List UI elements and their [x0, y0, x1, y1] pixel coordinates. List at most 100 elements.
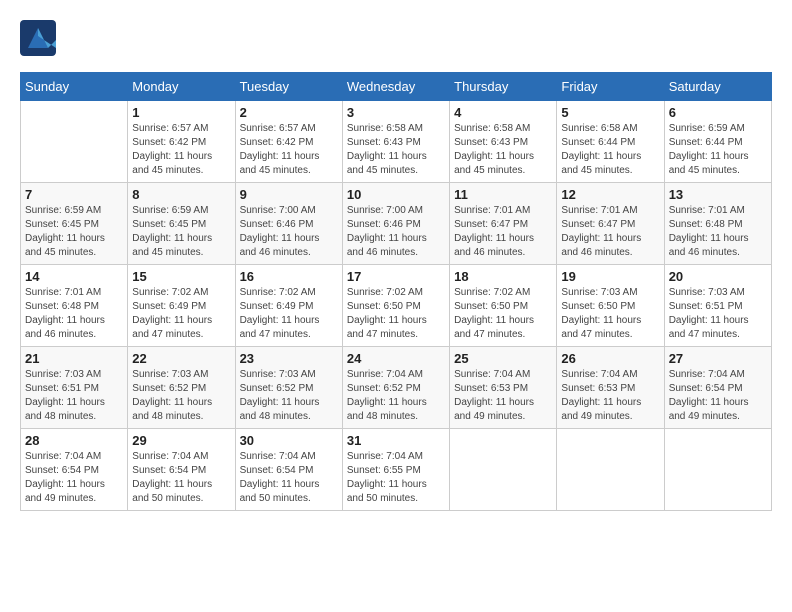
day-detail: Sunrise: 7:01 AMSunset: 6:47 PMDaylight:…	[561, 204, 659, 260]
day-number: 23	[240, 351, 338, 366]
day-number: 15	[132, 269, 230, 284]
day-number: 1	[132, 105, 230, 120]
day-number: 13	[669, 187, 767, 202]
day-detail: Sunrise: 7:01 AMSunset: 6:47 PMDaylight:…	[454, 204, 552, 260]
day-number: 31	[347, 433, 445, 448]
calendar-cell: 31 Sunrise: 7:04 AMSunset: 6:55 PMDayligh…	[342, 429, 449, 511]
day-detail: Sunrise: 7:02 AMSunset: 6:50 PMDaylight:…	[454, 286, 552, 342]
day-number: 21	[25, 351, 123, 366]
day-detail: Sunrise: 7:04 AMSunset: 6:55 PMDaylight:…	[347, 450, 445, 506]
page-header	[20, 20, 772, 56]
day-detail: Sunrise: 7:00 AMSunset: 6:46 PMDaylight:…	[240, 204, 338, 260]
calendar-cell: 17Sunrise: 7:02 AMSunset: 6:50 PMDayligh…	[342, 265, 449, 347]
day-number: 2	[240, 105, 338, 120]
calendar-cell: 3 Sunrise: 6:58 AMSunset: 6:43 PMDaylight…	[342, 101, 449, 183]
calendar-cell: 11Sunrise: 7:01 AMSunset: 6:47 PMDayligh…	[450, 183, 557, 265]
calendar-cell: 2 Sunrise: 6:57 AMSunset: 6:42 PMDaylight…	[235, 101, 342, 183]
day-detail: Sunrise: 7:02 AMSunset: 6:49 PMDaylight:…	[132, 286, 230, 342]
calendar-cell: 25Sunrise: 7:04 AMSunset: 6:53 PMDayligh…	[450, 347, 557, 429]
day-number: 6	[669, 105, 767, 120]
day-detail: Sunrise: 7:02 AMSunset: 6:49 PMDaylight:…	[240, 286, 338, 342]
header-row: SundayMondayTuesdayWednesdayThursdayFrid…	[21, 73, 772, 101]
day-detail: Sunrise: 6:58 AMSunset: 6:43 PMDaylight:…	[347, 122, 445, 178]
calendar-cell: 28Sunrise: 7:04 AMSunset: 6:54 PMDayligh…	[21, 429, 128, 511]
day-detail: Sunrise: 7:04 AMSunset: 6:54 PMDaylight:…	[240, 450, 338, 506]
day-detail: Sunrise: 6:59 AMSunset: 6:44 PMDaylight:…	[669, 122, 767, 178]
calendar-week-0: 1 Sunrise: 6:57 AMSunset: 6:42 PMDaylight…	[21, 101, 772, 183]
calendar-cell: 12 Sunrise: 7:01 AMSunset: 6:47 PMDayligh…	[557, 183, 664, 265]
day-number: 16	[240, 269, 338, 284]
day-number: 3	[347, 105, 445, 120]
day-number: 24	[347, 351, 445, 366]
calendar-cell	[21, 101, 128, 183]
day-number: 19	[561, 269, 659, 284]
calendar-cell: 6 Sunrise: 6:59 AMSunset: 6:44 PMDaylight…	[664, 101, 771, 183]
calendar-week-1: 7 Sunrise: 6:59 AMSunset: 6:45 PMDaylight…	[21, 183, 772, 265]
calendar-week-3: 21 Sunrise: 7:03 AMSunset: 6:51 PMDayligh…	[21, 347, 772, 429]
header-thursday: Thursday	[450, 73, 557, 101]
day-detail: Sunrise: 6:58 AMSunset: 6:44 PMDaylight:…	[561, 122, 659, 178]
calendar-week-2: 14 Sunrise: 7:01 AMSunset: 6:48 PMDayligh…	[21, 265, 772, 347]
calendar-cell: 15 Sunrise: 7:02 AMSunset: 6:49 PMDayligh…	[128, 265, 235, 347]
header-sunday: Sunday	[21, 73, 128, 101]
day-detail: Sunrise: 6:57 AMSunset: 6:42 PMDaylight:…	[132, 122, 230, 178]
header-friday: Friday	[557, 73, 664, 101]
day-number: 30	[240, 433, 338, 448]
day-detail: Sunrise: 6:58 AMSunset: 6:43 PMDaylight:…	[454, 122, 552, 178]
day-detail: Sunrise: 7:04 AMSunset: 6:54 PMDaylight:…	[132, 450, 230, 506]
calendar-week-4: 28Sunrise: 7:04 AMSunset: 6:54 PMDayligh…	[21, 429, 772, 511]
day-detail: Sunrise: 7:00 AMSunset: 6:46 PMDaylight:…	[347, 204, 445, 260]
header-wednesday: Wednesday	[342, 73, 449, 101]
day-number: 18	[454, 269, 552, 284]
calendar-cell: 30 Sunrise: 7:04 AMSunset: 6:54 PMDayligh…	[235, 429, 342, 511]
calendar-cell: 1 Sunrise: 6:57 AMSunset: 6:42 PMDaylight…	[128, 101, 235, 183]
day-detail: Sunrise: 7:03 AMSunset: 6:52 PMDaylight:…	[240, 368, 338, 424]
calendar-cell: 13 Sunrise: 7:01 AMSunset: 6:48 PMDayligh…	[664, 183, 771, 265]
calendar-cell: 10 Sunrise: 7:00 AMSunset: 6:46 PMDayligh…	[342, 183, 449, 265]
day-detail: Sunrise: 7:03 AMSunset: 6:51 PMDaylight:…	[25, 368, 123, 424]
day-number: 4	[454, 105, 552, 120]
calendar-cell: 22 Sunrise: 7:03 AMSunset: 6:52 PMDayligh…	[128, 347, 235, 429]
day-detail: Sunrise: 7:04 AMSunset: 6:54 PMDaylight:…	[669, 368, 767, 424]
day-number: 29	[132, 433, 230, 448]
calendar-cell: 26Sunrise: 7:04 AMSunset: 6:53 PMDayligh…	[557, 347, 664, 429]
day-number: 20	[669, 269, 767, 284]
day-detail: Sunrise: 7:03 AMSunset: 6:51 PMDaylight:…	[669, 286, 767, 342]
day-number: 17	[347, 269, 445, 284]
calendar-cell: 7Sunrise: 6:59 AMSunset: 6:45 PMDaylight…	[21, 183, 128, 265]
day-detail: Sunrise: 7:01 AMSunset: 6:48 PMDaylight:…	[25, 286, 123, 342]
calendar-cell	[664, 429, 771, 511]
calendar-cell: 5 Sunrise: 6:58 AMSunset: 6:44 PMDaylight…	[557, 101, 664, 183]
calendar-cell: 23 Sunrise: 7:03 AMSunset: 6:52 PMDayligh…	[235, 347, 342, 429]
calendar-cell: 20 Sunrise: 7:03 AMSunset: 6:51 PMDayligh…	[664, 265, 771, 347]
day-detail: Sunrise: 6:57 AMSunset: 6:42 PMDaylight:…	[240, 122, 338, 178]
day-detail: Sunrise: 7:03 AMSunset: 6:52 PMDaylight:…	[132, 368, 230, 424]
day-detail: Sunrise: 7:03 AMSunset: 6:50 PMDaylight:…	[561, 286, 659, 342]
calendar-cell: 29 Sunrise: 7:04 AMSunset: 6:54 PMDayligh…	[128, 429, 235, 511]
calendar-cell: 27 Sunrise: 7:04 AMSunset: 6:54 PMDayligh…	[664, 347, 771, 429]
calendar-table: SundayMondayTuesdayWednesdayThursdayFrid…	[20, 72, 772, 511]
calendar-cell: 14 Sunrise: 7:01 AMSunset: 6:48 PMDayligh…	[21, 265, 128, 347]
calendar-cell: 19 Sunrise: 7:03 AMSunset: 6:50 PMDayligh…	[557, 265, 664, 347]
header-monday: Monday	[128, 73, 235, 101]
day-detail: Sunrise: 7:01 AMSunset: 6:48 PMDaylight:…	[669, 204, 767, 260]
day-detail: Sunrise: 7:04 AMSunset: 6:53 PMDaylight:…	[561, 368, 659, 424]
calendar-cell: 18 Sunrise: 7:02 AMSunset: 6:50 PMDayligh…	[450, 265, 557, 347]
day-detail: Sunrise: 6:59 AMSunset: 6:45 PMDaylight:…	[132, 204, 230, 260]
day-number: 27	[669, 351, 767, 366]
day-number: 7	[25, 187, 123, 202]
calendar-cell	[557, 429, 664, 511]
day-number: 9	[240, 187, 338, 202]
calendar-cell	[450, 429, 557, 511]
day-number: 25	[454, 351, 552, 366]
day-detail: Sunrise: 7:04 AMSunset: 6:54 PMDaylight:…	[25, 450, 123, 506]
calendar-cell: 16 Sunrise: 7:02 AMSunset: 6:49 PMDayligh…	[235, 265, 342, 347]
day-number: 14	[25, 269, 123, 284]
calendar-cell: 9 Sunrise: 7:00 AMSunset: 6:46 PMDaylight…	[235, 183, 342, 265]
day-number: 10	[347, 187, 445, 202]
logo-icon	[20, 20, 56, 56]
day-number: 5	[561, 105, 659, 120]
day-number: 12	[561, 187, 659, 202]
day-number: 22	[132, 351, 230, 366]
calendar-cell: 8Sunrise: 6:59 AMSunset: 6:45 PMDaylight…	[128, 183, 235, 265]
